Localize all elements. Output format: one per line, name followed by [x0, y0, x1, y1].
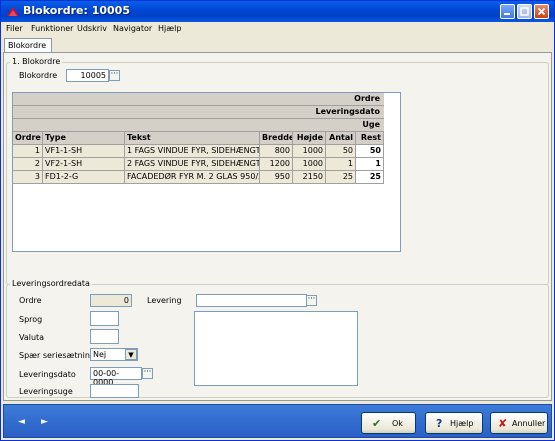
- order-lines-grid[interactable]: Ordre Leveringsdato Uge Ordre Type Tekst…: [12, 92, 401, 252]
- maximize-button[interactable]: [517, 4, 532, 19]
- menu-hjaelp[interactable]: Hjælp: [158, 24, 181, 33]
- grid-header-leveringsdato: Leveringsdato: [13, 106, 384, 119]
- help-button-label: Hjælp: [450, 419, 474, 428]
- app-logo-icon: [7, 7, 19, 16]
- column-header-ordre[interactable]: Ordre: [13, 132, 43, 145]
- ordre-label: Ordre: [19, 296, 42, 305]
- table-cell[interactable]: 2 FAGS VINDUE FYR, SIDEHÆNGT: [125, 158, 260, 171]
- close-icon: [537, 7, 546, 16]
- cancel-button-label: Annuller: [512, 419, 546, 428]
- grid-header-ordre: Ordre: [13, 93, 384, 106]
- table-cell[interactable]: 50: [356, 145, 384, 158]
- menu-navigator[interactable]: Navigator: [113, 24, 152, 33]
- grid-header-uge: Uge: [13, 119, 384, 132]
- levering-label: Levering: [147, 296, 182, 305]
- blokordre-label: Blokordre: [19, 71, 58, 80]
- leveringsordredata-group-title: Leveringsordredata: [10, 279, 92, 288]
- table-cell[interactable]: 2150: [293, 171, 326, 184]
- chevron-down-icon[interactable]: ▼: [125, 349, 137, 360]
- table-cell[interactable]: 800: [260, 145, 293, 158]
- menu-filer[interactable]: Filer: [6, 24, 23, 33]
- table-cell[interactable]: 1: [356, 158, 384, 171]
- sprog-label: Sprog: [19, 315, 43, 324]
- table-cell[interactable]: 1: [13, 145, 43, 158]
- help-icon: ?: [436, 417, 443, 430]
- next-record-button[interactable]: ►: [41, 417, 48, 427]
- help-button[interactable]: ? Hjælp: [425, 412, 483, 434]
- ok-button[interactable]: ✔ Ok: [361, 412, 416, 434]
- table-cell[interactable]: FACADEDØR FYR M. 2 GLAS 950/2: [125, 171, 260, 184]
- table-cell[interactable]: 1000: [293, 158, 326, 171]
- menu-funktioner[interactable]: Funktioner: [31, 24, 73, 33]
- blokordre-input[interactable]: 10005: [66, 69, 109, 82]
- table-cell[interactable]: 1200: [260, 158, 293, 171]
- table-cell[interactable]: 1 FAGS VINDUE FYR, SIDEHÆNGT: [125, 145, 260, 158]
- column-header-bredde[interactable]: Bredde: [260, 132, 293, 145]
- grid-header-uge-text: Uge: [362, 120, 380, 129]
- cancel-button[interactable]: ✘ Annuller: [490, 412, 548, 434]
- valuta-label: Valuta: [19, 333, 45, 342]
- column-header-hojde[interactable]: Højde: [293, 132, 326, 145]
- column-header-type[interactable]: Type: [43, 132, 125, 145]
- grid-header-ordre-text: Ordre: [354, 94, 380, 103]
- leveringsdato-lookup-button[interactable]: ···: [142, 368, 153, 379]
- column-header-tekst[interactable]: Tekst: [125, 132, 260, 145]
- column-header-rest[interactable]: Rest: [356, 132, 384, 145]
- table-cell[interactable]: 1000: [293, 145, 326, 158]
- window-title: Blokordre: 10005: [23, 4, 130, 17]
- close-button[interactable]: [534, 4, 549, 19]
- table-cell[interactable]: 50: [326, 145, 356, 158]
- menu-udskriv[interactable]: Udskriv: [77, 24, 107, 33]
- application-window: Blokordre: 10005 Filer Funktioner Udskri…: [0, 0, 555, 441]
- column-header-antal[interactable]: Antal: [326, 132, 356, 145]
- close-icon: ✘: [498, 417, 508, 430]
- minimize-button[interactable]: [500, 4, 515, 19]
- minimize-icon: [504, 13, 510, 15]
- ordre-field: 0: [90, 294, 132, 307]
- spaer-seriesaetning-label: Spær seriesætning: [19, 351, 95, 360]
- leveringsuge-input[interactable]: [90, 384, 139, 398]
- table-cell[interactable]: FD1-2-G: [43, 171, 125, 184]
- levering-lookup-button[interactable]: ···: [306, 295, 317, 306]
- levering-memo[interactable]: [194, 311, 358, 386]
- table-cell[interactable]: 25: [326, 171, 356, 184]
- leveringsdato-label: Leveringsdato: [19, 370, 76, 379]
- sprog-input[interactable]: [90, 311, 119, 326]
- title-bar: Blokordre: 10005: [1, 1, 554, 22]
- table-cell[interactable]: 1: [326, 158, 356, 171]
- table-cell[interactable]: 25: [356, 171, 384, 184]
- table-cell[interactable]: 3: [13, 171, 43, 184]
- table-cell[interactable]: 2: [13, 158, 43, 171]
- ok-button-label: Ok: [392, 419, 403, 428]
- tab-blokordre[interactable]: Blokordre: [4, 38, 52, 53]
- leveringsdato-input[interactable]: 00-00-0000: [90, 367, 142, 387]
- table-cell[interactable]: VF2-1-SH: [43, 158, 125, 171]
- checkmark-icon: ✔: [372, 417, 382, 430]
- valuta-input[interactable]: [90, 329, 119, 344]
- menu-bar: Filer Funktioner Udskriv Navigator Hjælp: [1, 22, 554, 38]
- leveringsuge-label: Leveringsuge: [19, 387, 73, 396]
- table-cell[interactable]: VF1-1-SH: [43, 145, 125, 158]
- blokordre-group-title: 1. Blokordre: [10, 57, 63, 66]
- bottom-toolbar: ◄ ► ✔ Ok ? Hjælp ✘ Annuller: [3, 404, 552, 438]
- blokordre-lookup-button[interactable]: ···: [109, 70, 120, 81]
- grid-vertical-scroll-area[interactable]: [384, 93, 400, 251]
- table-cell[interactable]: 950: [260, 171, 293, 184]
- grid-header-leveringsdato-text: Leveringsdato: [315, 107, 380, 116]
- maximize-icon: [520, 7, 529, 16]
- levering-input[interactable]: [196, 294, 307, 307]
- previous-record-button[interactable]: ◄: [18, 417, 25, 427]
